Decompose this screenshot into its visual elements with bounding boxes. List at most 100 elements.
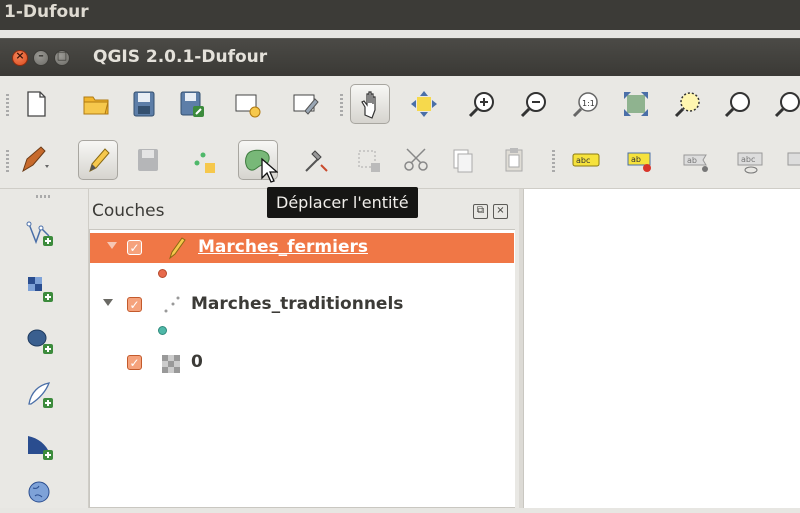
zoom-in-button[interactable] (462, 84, 502, 124)
toolbar-grip[interactable] (552, 150, 555, 172)
show-hide-labels-button[interactable]: ab (676, 140, 716, 180)
svg-text:ab: ab (687, 156, 697, 165)
checkmark-icon: ✓ (129, 355, 140, 370)
add-spatialite-layer-icon (28, 382, 53, 408)
save-as-button[interactable] (172, 84, 212, 124)
layer-visibility-checkbox[interactable]: ✓ (127, 240, 142, 255)
paste-features-icon (505, 148, 523, 172)
point-layer-icon (164, 296, 180, 313)
zoom-to-selection-button[interactable] (668, 84, 708, 124)
composer-manager-button[interactable] (286, 84, 326, 124)
zoom-last-button[interactable] (768, 84, 800, 124)
zoom-actual-size-icon: 1:1 (572, 92, 598, 118)
save-project-icon (133, 91, 155, 117)
point-symbol-icon (158, 326, 167, 335)
toggle-editing-button[interactable] (78, 140, 118, 180)
svg-text:1:1: 1:1 (582, 99, 595, 108)
layers-tree: ✓ Marches_fermiers ✓ Marches_traditionne… (89, 229, 515, 508)
label-tool-button[interactable]: abc (566, 140, 606, 180)
delete-selected-button[interactable] (350, 140, 390, 180)
pan-to-selection-icon (411, 91, 437, 117)
pin-labels-icon: ab (627, 152, 651, 172)
zoom-full-button[interactable] (616, 84, 656, 124)
new-print-composer-button[interactable] (228, 84, 268, 124)
add-vector-layer-icon (26, 221, 53, 246)
expand-arrow-icon[interactable] (103, 299, 113, 306)
copy-features-icon (453, 149, 473, 173)
current-edits-button[interactable] (14, 140, 54, 180)
layer-name: 0 (191, 352, 203, 372)
svg-text:abc: abc (741, 155, 755, 164)
current-edits-icon (22, 146, 49, 173)
paste-features-button[interactable] (494, 140, 534, 180)
editing-pencil-icon (168, 237, 186, 260)
toolbar-grip[interactable] (6, 150, 9, 172)
move-label-button[interactable]: abc (730, 140, 770, 180)
add-mssql-layer-icon (28, 436, 53, 460)
map-canvas[interactable] (523, 189, 800, 508)
label-tool-icon: abc (572, 153, 600, 167)
add-vector-layer-button[interactable] (20, 213, 60, 253)
cut-features-icon (404, 148, 428, 171)
add-mssql-layer-button[interactable] (20, 427, 60, 467)
zoom-actual-size-button[interactable]: 1:1 (566, 84, 606, 124)
expand-arrow-icon[interactable] (107, 242, 117, 249)
new-project-button[interactable] (16, 84, 56, 124)
open-project-button[interactable] (76, 84, 116, 124)
layer-visibility-checkbox[interactable]: ✓ (127, 355, 142, 370)
toolbar-grip[interactable] (36, 195, 52, 198)
save-edits-button[interactable] (128, 140, 168, 180)
zoom-to-layer-button[interactable] (718, 84, 758, 124)
zoom-full-icon (624, 92, 648, 116)
add-spatialite-layer-button[interactable] (20, 375, 60, 415)
layers-panel: Couches ⧉ × ✓ Marches_fermiers ✓ Marches… (89, 189, 519, 508)
add-wms-layer-button[interactable] (20, 473, 60, 513)
pan-map-button[interactable] (350, 84, 390, 124)
panel-title: Couches (92, 201, 165, 221)
new-project-icon (27, 91, 46, 117)
add-feature-button[interactable] (184, 140, 224, 180)
node-tool-button[interactable] (296, 140, 336, 180)
node-tool-icon (305, 150, 328, 172)
rotate-label-button[interactable] (780, 140, 800, 180)
toolbar-grip[interactable] (340, 94, 343, 116)
window-minimize-button[interactable]: – (33, 49, 49, 66)
zoom-in-icon (468, 92, 494, 118)
delete-selected-icon (358, 150, 380, 172)
zoom-out-button[interactable] (514, 84, 554, 124)
mouse-cursor-icon (261, 157, 278, 183)
add-postgis-layer-icon (27, 329, 53, 354)
layer-visibility-checkbox[interactable]: ✓ (127, 297, 142, 312)
layer-row-marches-fermiers[interactable]: ✓ Marches_fermiers (90, 233, 514, 263)
add-raster-layer-button[interactable] (20, 269, 60, 309)
checkmark-icon: ✓ (129, 297, 140, 312)
cut-features-button[interactable] (396, 140, 436, 180)
zoom-to-selection-icon (674, 92, 700, 118)
new-print-composer-icon (235, 94, 261, 118)
layer-name: Marches_fermiers (198, 237, 368, 257)
layer-row-0[interactable]: ✓ 0 (90, 348, 514, 378)
layer-name: Marches_traditionnels (191, 294, 404, 314)
add-feature-icon (194, 152, 215, 173)
add-postgis-layer-button[interactable] (20, 321, 60, 361)
checkmark-icon: ✓ (129, 240, 140, 255)
close-panel-button[interactable]: × (493, 204, 508, 219)
save-edits-icon (138, 149, 158, 171)
pin-labels-button[interactable]: ab (620, 140, 660, 180)
window-maximize-button[interactable]: □ (54, 49, 70, 66)
float-panel-button[interactable]: ⧉ (473, 204, 488, 219)
show-hide-labels-icon: ab (683, 154, 708, 172)
copy-features-button[interactable] (442, 140, 482, 180)
window-close-button[interactable]: × (12, 49, 28, 66)
save-project-button[interactable] (124, 84, 164, 124)
toolbar-grip[interactable] (6, 94, 9, 116)
pan-to-selection-button[interactable] (404, 84, 444, 124)
zoom-to-layer-icon (724, 92, 750, 118)
svg-text:ab: ab (631, 155, 641, 164)
zoom-out-icon (520, 92, 546, 118)
zoom-last-icon (774, 92, 800, 118)
float-icon: ⧉ (476, 205, 485, 216)
open-project-icon (83, 96, 109, 115)
maximize-icon: □ (56, 49, 68, 62)
layer-row-marches-traditionnels[interactable]: ✓ Marches_traditionnels (90, 290, 514, 320)
